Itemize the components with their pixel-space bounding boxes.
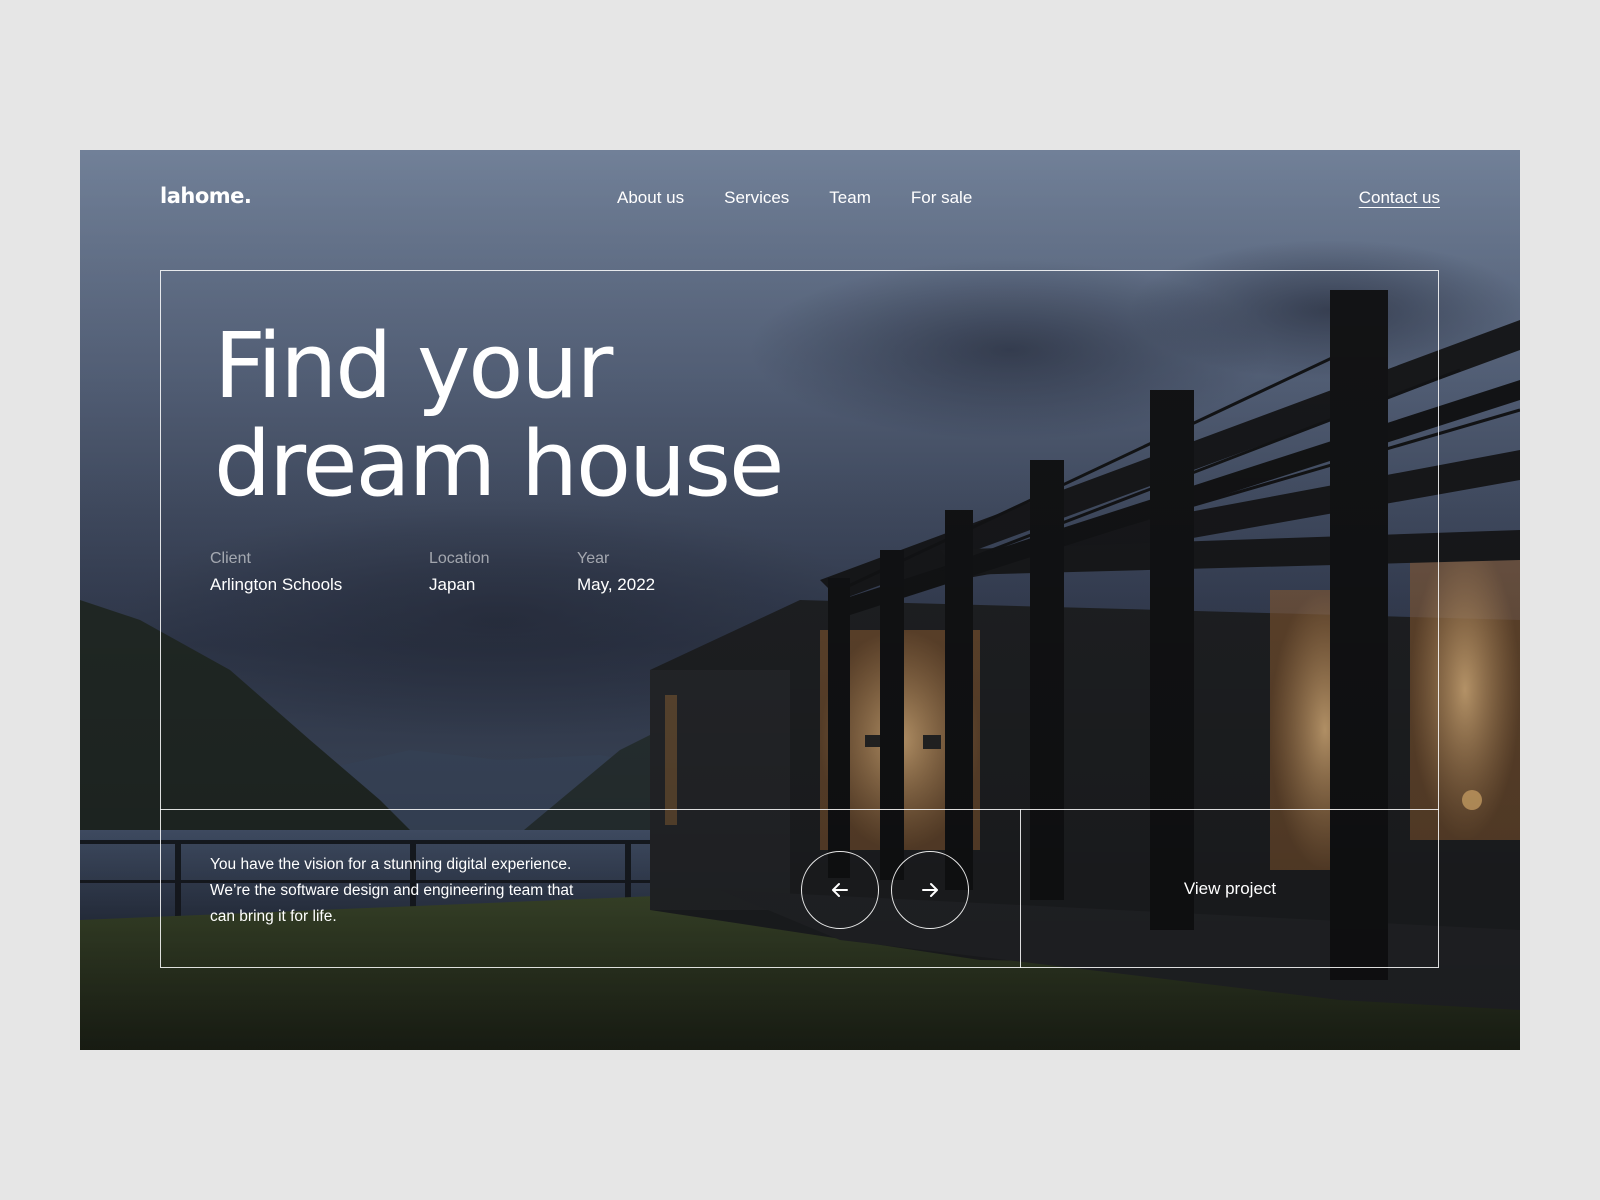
brand-logo[interactable]: lahome. xyxy=(160,184,252,208)
next-slide-button[interactable] xyxy=(891,851,969,929)
main-nav: About us Services Team For sale xyxy=(617,188,972,208)
contact-us-link[interactable]: Contact us xyxy=(1359,188,1440,208)
nav-for-sale[interactable]: For sale xyxy=(911,188,972,208)
meta-location: Location Japan xyxy=(429,549,490,595)
hero-section: lahome. About us Services Team For sale … xyxy=(80,150,1520,1050)
nav-about-us[interactable]: About us xyxy=(617,188,684,208)
hero-headline: Find your dream house xyxy=(214,314,784,517)
arrow-right-icon xyxy=(922,883,938,897)
year-label: Year xyxy=(577,550,610,567)
year-value: May, 2022 xyxy=(577,575,656,594)
arrow-left-icon xyxy=(832,883,848,897)
client-label: Client xyxy=(210,550,251,567)
headline-line-1: Find your xyxy=(214,314,613,419)
nav-services[interactable]: Services xyxy=(724,188,789,208)
meta-year: Year May, 2022 xyxy=(577,549,655,595)
location-label: Location xyxy=(429,550,490,567)
meta-client: Client Arlington Schools xyxy=(210,549,342,595)
location-value: Japan xyxy=(429,575,476,594)
nav-team[interactable]: Team xyxy=(829,188,871,208)
view-project-label: View project xyxy=(1183,879,1277,898)
previous-slide-button[interactable] xyxy=(801,851,879,929)
view-project-button[interactable]: View project xyxy=(1021,810,1439,968)
client-value: Arlington Schools xyxy=(210,575,343,594)
hero-description: You have the vision for a stunning digit… xyxy=(210,856,574,925)
headline-line-2: dream house xyxy=(214,412,784,517)
